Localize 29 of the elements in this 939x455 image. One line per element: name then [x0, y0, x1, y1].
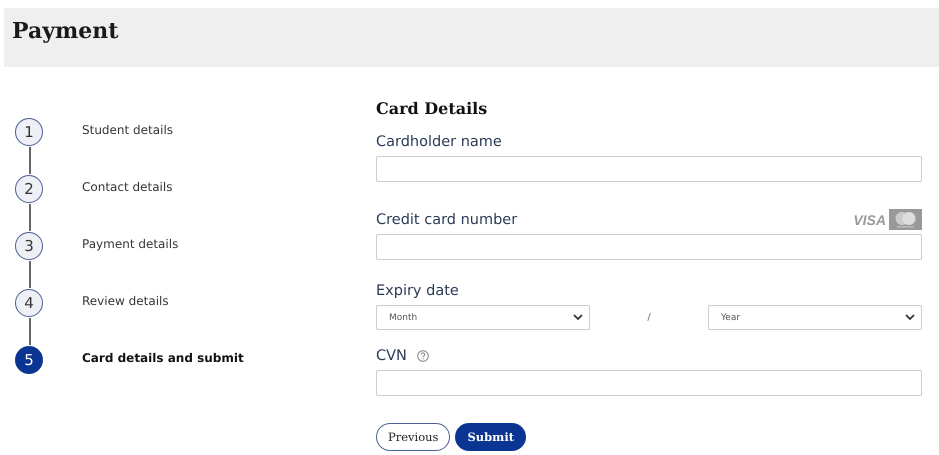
- section-heading: Card Details: [376, 99, 488, 118]
- submit-button[interactable]: Submit: [455, 423, 526, 451]
- input-field[interactable]: [376, 370, 922, 396]
- date-separator: /: [647, 312, 651, 323]
- year-select[interactable]: Year: [708, 305, 922, 330]
- step-number: 4: [15, 288, 43, 316]
- card-logo-icon: [889, 209, 922, 230]
- previous-button[interactable]: Previous: [376, 423, 450, 451]
- step-number: 3: [15, 232, 43, 260]
- chevron-down-icon: [905, 314, 915, 321]
- field-label: CVN: [376, 348, 407, 364]
- step-number: 1: [15, 118, 43, 146]
- step-label: Review details: [82, 294, 169, 308]
- input-field[interactable]: [376, 234, 922, 260]
- step-label: Student details: [82, 122, 174, 136]
- page-title: Payment: [12, 18, 118, 44]
- month-select[interactable]: Month: [376, 305, 590, 330]
- input-field[interactable]: [376, 156, 922, 182]
- field-label: Cardholder name: [376, 134, 502, 150]
- field-label: Expiry date: [376, 283, 459, 299]
- step-label: Payment details: [82, 236, 178, 250]
- help-icon[interactable]: [416, 350, 429, 362]
- field-label: Credit card number: [376, 212, 518, 228]
- step-label: Card details and submit: [82, 350, 244, 364]
- step-number: 5: [15, 346, 43, 374]
- step-number: 2: [15, 174, 43, 202]
- step-label: Contact details: [82, 180, 172, 194]
- chevron-down-icon: [573, 314, 583, 321]
- visa-logo: VISA: [853, 212, 886, 228]
